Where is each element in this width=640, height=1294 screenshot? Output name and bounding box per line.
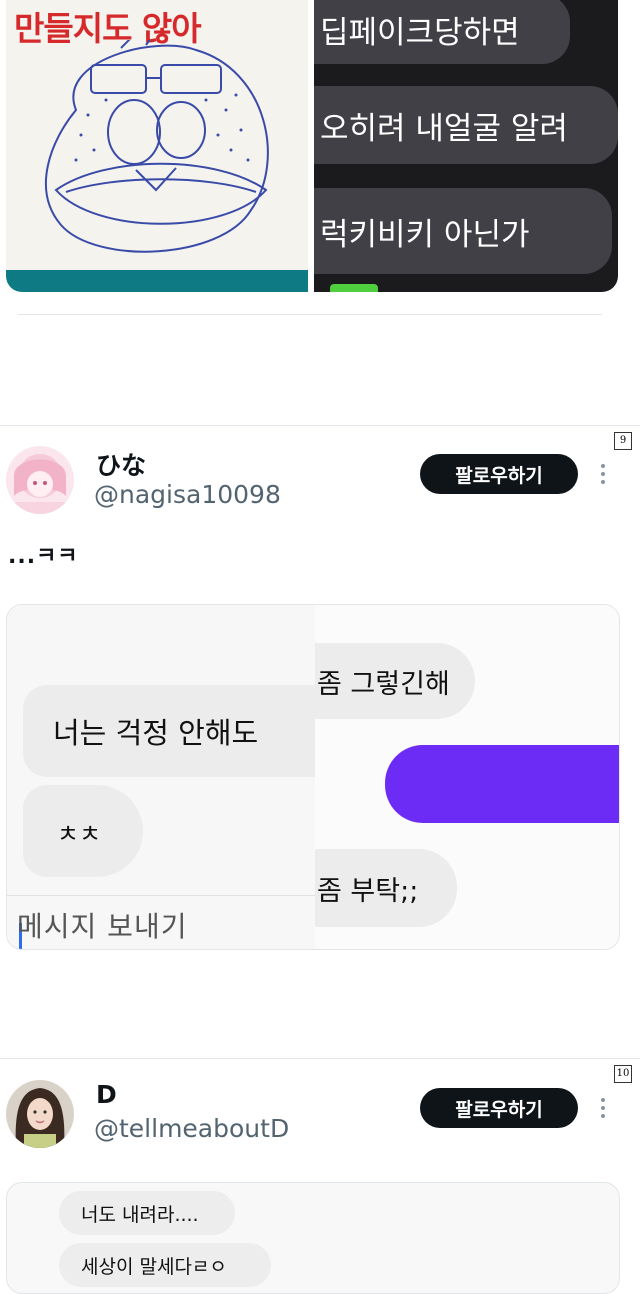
sketch-image: 만들지도 않아	[6, 0, 308, 292]
avatar[interactable]	[6, 446, 74, 514]
display-name[interactable]: D	[96, 1080, 117, 1109]
follow-button[interactable]: 팔로우하기	[420, 1088, 578, 1128]
handle[interactable]: @nagisa10098	[94, 480, 281, 509]
avatar-portrait-icon	[6, 1080, 74, 1148]
chat-bubble: 좀 그렇긴해	[315, 643, 475, 719]
handle[interactable]: @tellmeaboutD	[94, 1114, 289, 1143]
chat-screenshot-right: 좀 그렇긴해 좀 부탁;;	[315, 605, 619, 949]
avatar-anime-girl-icon	[6, 446, 74, 514]
tweet-media-chat[interactable]: 너는 걱정 안해도 ㅊㅊ 메시지 보내기 좀 그렇긴해 좀 부탁;;	[6, 604, 620, 950]
chat-bubble: 좀 부탁;;	[315, 849, 457, 927]
face-drawing	[45, 40, 269, 253]
chat-bubble: 럭키비키 아닌가	[314, 188, 612, 274]
chat-bubble: 딥페이크당하면	[314, 0, 570, 64]
input-divider	[7, 895, 315, 896]
tweet-separator	[0, 1058, 640, 1059]
avatar[interactable]	[6, 1080, 74, 1148]
chat-bubble: 오히려 내얼굴 알려	[314, 86, 618, 164]
chat-screenshot-left: 너는 걱정 안해도 ㅊㅊ 메시지 보내기	[7, 605, 315, 949]
chat-bubble: ㅊㅊ	[23, 785, 143, 877]
tweet-media-chat[interactable]: 너도 내려라.... 세상이 말세다ㄹㅇ	[6, 1182, 620, 1294]
dark-chat-image: 딥페이크당하면 오히려 내얼굴 알려 럭키비키 아닌가	[314, 0, 618, 292]
more-options-icon[interactable]	[599, 1098, 607, 1122]
chat-bubble: 너는 걱정 안해도	[23, 685, 315, 777]
message-input-placeholder: 메시지 보내기	[17, 910, 188, 943]
sent-message-bubble	[385, 745, 619, 823]
tweet-text: ...ㅋㅋ	[8, 544, 79, 569]
more-options-icon[interactable]	[599, 464, 607, 488]
previous-tweet-media[interactable]: 만들지도 않아 딥페이크당하면 오히려 내얼굴 알려 럭키비키 아닌가	[6, 0, 618, 292]
index-tag: 9	[614, 432, 632, 450]
chat-bubble: 세상이 말세다ㄹㅇ	[59, 1243, 271, 1287]
chat-bubble: 너도 내려라....	[59, 1191, 235, 1235]
display-name[interactable]: ひな	[96, 446, 146, 482]
tweet-separator	[0, 425, 640, 426]
sketch-bottom-strip	[6, 270, 308, 292]
follow-button[interactable]: 팔로우하기	[420, 454, 578, 494]
divider	[18, 314, 602, 315]
green-indicator	[330, 284, 378, 292]
index-tag: 10	[614, 1065, 632, 1083]
